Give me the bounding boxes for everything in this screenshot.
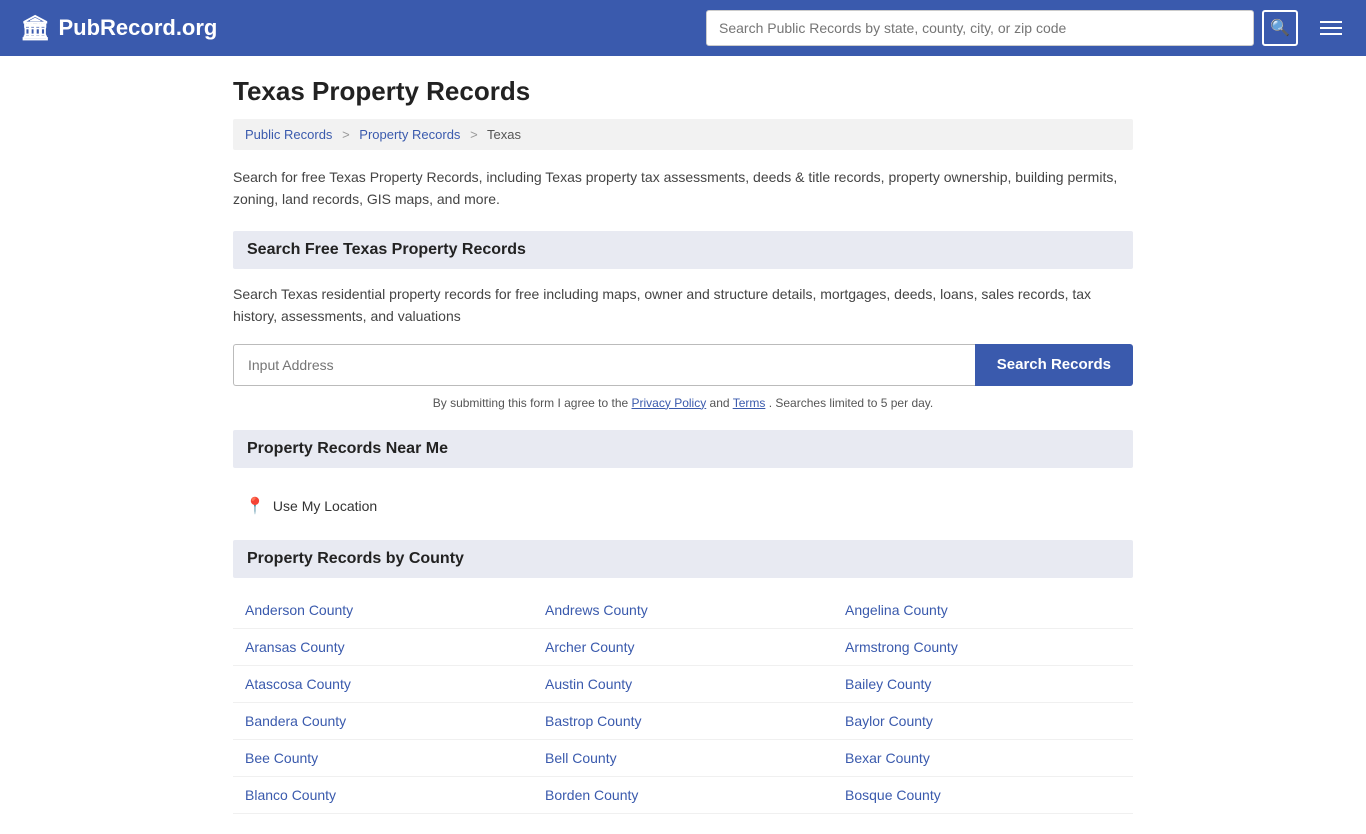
near-me-title: Property Records Near Me	[247, 440, 1119, 458]
privacy-policy-link[interactable]: Privacy Policy	[632, 396, 707, 410]
list-item: Baylor County	[833, 703, 1133, 740]
menu-line-2	[1320, 27, 1342, 29]
list-item: Bastrop County	[533, 703, 833, 740]
property-search-form: Search Records	[233, 344, 1133, 386]
county-link[interactable]: Armstrong County	[845, 639, 958, 655]
county-link[interactable]: Bee County	[245, 750, 318, 766]
form-disclaimer: By submitting this form I agree to the P…	[233, 396, 1133, 410]
list-item: Austin County	[533, 666, 833, 703]
main-content: Texas Property Records Public Records > …	[213, 56, 1153, 834]
search-records-button[interactable]: Search Records	[975, 344, 1133, 386]
county-link[interactable]: Bexar County	[845, 750, 930, 766]
header-search-area: 🔍	[706, 10, 1346, 46]
county-link[interactable]: Aransas County	[245, 639, 345, 655]
list-item: Blanco County	[233, 777, 533, 814]
terms-link[interactable]: Terms	[733, 396, 766, 410]
list-item: Bandera County	[233, 703, 533, 740]
county-link[interactable]: Bastrop County	[545, 713, 642, 729]
breadcrumb: Public Records > Property Records > Texa…	[233, 119, 1133, 150]
county-link[interactable]: Bailey County	[845, 676, 931, 692]
location-pin-icon: 📍	[245, 496, 265, 516]
breadcrumb-property-records[interactable]: Property Records	[359, 127, 460, 142]
county-link[interactable]: Bosque County	[845, 787, 941, 803]
county-link[interactable]: Bell County	[545, 750, 617, 766]
county-link[interactable]: Atascosa County	[245, 676, 351, 692]
list-item: Aransas County	[233, 629, 533, 666]
location-label: Use My Location	[273, 498, 377, 514]
county-link[interactable]: Anderson County	[245, 602, 353, 618]
logo-text: PubRecord.org	[58, 15, 217, 41]
list-item: Bexar County	[833, 740, 1133, 777]
page-title: Texas Property Records	[233, 76, 1133, 107]
breadcrumb-public-records[interactable]: Public Records	[245, 127, 332, 142]
disclaimer-end: . Searches limited to 5 per day.	[769, 396, 934, 410]
list-item: Anderson County	[233, 592, 533, 629]
header-search-input[interactable]	[706, 10, 1254, 46]
list-item: Bosque County	[833, 777, 1133, 814]
county-link[interactable]: Blanco County	[245, 787, 336, 803]
site-logo[interactable]: 🏛 PubRecord.org	[20, 14, 217, 43]
list-item: Archer County	[533, 629, 833, 666]
address-input[interactable]	[233, 344, 975, 386]
list-item: Andrews County	[533, 592, 833, 629]
hamburger-menu-button[interactable]	[1316, 17, 1346, 39]
page-description: Search for free Texas Property Records, …	[233, 166, 1133, 211]
list-item: Angelina County	[833, 592, 1133, 629]
county-grid: Anderson County Andrews County Angelina Co…	[233, 592, 1133, 814]
county-link[interactable]: Borden County	[545, 787, 638, 803]
county-section-header: Property Records by County	[233, 540, 1133, 578]
county-link[interactable]: Austin County	[545, 676, 632, 692]
site-header: 🏛 PubRecord.org 🔍	[0, 0, 1366, 56]
use-my-location[interactable]: 📍 Use My Location	[233, 488, 1133, 524]
disclaimer-text: By submitting this form I agree to the	[433, 396, 632, 410]
county-link[interactable]: Baylor County	[845, 713, 933, 729]
county-link[interactable]: Andrews County	[545, 602, 648, 618]
breadcrumb-sep-2: >	[470, 127, 478, 142]
menu-line-3	[1320, 33, 1342, 35]
search-section-header: Search Free Texas Property Records	[233, 231, 1133, 269]
search-section-title: Search Free Texas Property Records	[247, 241, 1119, 259]
breadcrumb-sep-1: >	[342, 127, 350, 142]
near-me-section-header: Property Records Near Me	[233, 430, 1133, 468]
county-link[interactable]: Archer County	[545, 639, 634, 655]
header-search-button[interactable]: 🔍	[1262, 10, 1298, 46]
building-icon: 🏛	[20, 14, 50, 43]
disclaimer-and: and	[710, 396, 733, 410]
breadcrumb-texas: Texas	[487, 127, 521, 142]
county-link[interactable]: Bandera County	[245, 713, 346, 729]
list-item: Bailey County	[833, 666, 1133, 703]
list-item: Armstrong County	[833, 629, 1133, 666]
county-link[interactable]: Angelina County	[845, 602, 948, 618]
menu-line-1	[1320, 21, 1342, 23]
list-item: Borden County	[533, 777, 833, 814]
county-section-title: Property Records by County	[247, 550, 1119, 568]
search-icon: 🔍	[1270, 18, 1290, 38]
list-item: Bee County	[233, 740, 533, 777]
list-item: Bell County	[533, 740, 833, 777]
search-section-description: Search Texas residential property record…	[233, 283, 1133, 328]
list-item: Atascosa County	[233, 666, 533, 703]
